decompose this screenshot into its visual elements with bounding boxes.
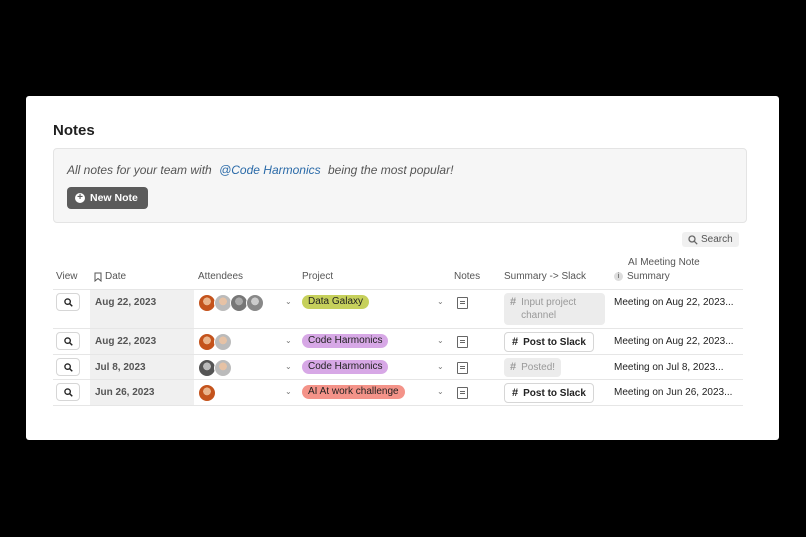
search-label: Search bbox=[701, 234, 733, 245]
column-header-notes[interactable]: Notes bbox=[454, 271, 480, 282]
date-cell: Jul 8, 2023 bbox=[95, 362, 146, 373]
project-tag[interactable]: Data Galaxy bbox=[302, 295, 370, 309]
column-header-ai-note-line2: Summary bbox=[627, 271, 670, 282]
search-button[interactable]: Search bbox=[682, 232, 739, 247]
project-tag[interactable]: AI At work challenge bbox=[302, 385, 405, 399]
info-icon: i bbox=[614, 272, 623, 281]
chevron-down-icon[interactable]: ⌄ bbox=[285, 297, 292, 306]
column-header-view[interactable]: View bbox=[56, 271, 78, 282]
project-tag[interactable]: Code Harmonics bbox=[302, 334, 389, 348]
note-icon[interactable] bbox=[457, 362, 468, 374]
search-icon bbox=[688, 234, 698, 245]
slack-icon: # bbox=[510, 296, 517, 308]
chevron-down-icon[interactable]: ⌄ bbox=[437, 336, 444, 345]
post-to-slack-button[interactable]: # Post to Slack bbox=[504, 383, 594, 403]
plus-circle-icon: + bbox=[75, 193, 85, 203]
column-header-ai-note[interactable]: i Summary bbox=[614, 271, 670, 282]
column-header-project[interactable]: Project bbox=[302, 271, 333, 282]
search-icon bbox=[63, 297, 73, 307]
attendees-cell[interactable] bbox=[198, 384, 216, 402]
note-icon[interactable] bbox=[457, 297, 468, 309]
note-icon[interactable] bbox=[457, 336, 468, 348]
banner-text-before: All notes for your team with bbox=[67, 163, 212, 177]
chevron-down-icon[interactable]: ⌄ bbox=[437, 362, 444, 371]
chevron-down-icon[interactable]: ⌄ bbox=[437, 297, 444, 306]
post-to-slack-label: Post to Slack bbox=[523, 387, 586, 399]
chevron-down-icon[interactable]: ⌄ bbox=[285, 362, 292, 371]
banner-text: All notes for your team with @Code Harmo… bbox=[67, 163, 453, 177]
notes-card: Notes All notes for your team with @Code… bbox=[26, 96, 779, 440]
row-divider bbox=[53, 328, 743, 329]
column-header-attendees[interactable]: Attendees bbox=[198, 271, 243, 282]
info-banner: All notes for your team with @Code Harmo… bbox=[53, 148, 747, 223]
date-cell: Jun 26, 2023 bbox=[95, 387, 155, 398]
attendees-cell[interactable] bbox=[198, 333, 232, 351]
slack-icon: # bbox=[512, 336, 519, 348]
view-button[interactable] bbox=[56, 383, 80, 401]
avatar bbox=[214, 333, 232, 351]
column-header-date-label: Date bbox=[105, 271, 127, 282]
chevron-down-icon[interactable]: ⌄ bbox=[437, 387, 444, 396]
date-cell: Aug 22, 2023 bbox=[95, 297, 157, 308]
column-header-date[interactable]: Date bbox=[94, 271, 126, 282]
chevron-down-icon[interactable]: ⌄ bbox=[285, 336, 292, 345]
column-header-ai-note-line1[interactable]: AI Meeting Note bbox=[628, 257, 700, 268]
new-note-label: New Note bbox=[90, 192, 138, 204]
post-to-slack-label: Post to Slack bbox=[523, 336, 586, 348]
chevron-down-icon[interactable]: ⌄ bbox=[285, 387, 292, 396]
posted-status: # Posted! bbox=[504, 358, 562, 377]
view-button[interactable] bbox=[56, 332, 80, 350]
ai-summary-cell[interactable]: Meeting on Aug 22, 2023... bbox=[614, 297, 734, 308]
attendees-cell[interactable] bbox=[198, 294, 264, 312]
ai-summary-cell[interactable]: Meeting on Jul 8, 2023... bbox=[614, 362, 724, 373]
slack-channel-placeholder: Input project channel bbox=[521, 297, 577, 321]
ai-summary-cell[interactable]: Meeting on Jun 26, 2023... bbox=[614, 387, 732, 398]
bookmark-icon bbox=[94, 272, 102, 282]
view-button[interactable] bbox=[56, 358, 80, 376]
project-tag[interactable]: Code Harmonics bbox=[302, 360, 389, 374]
new-note-button[interactable]: + New Note bbox=[67, 187, 148, 209]
row-divider bbox=[53, 379, 743, 380]
slack-channel-input[interactable]: # Input project channel bbox=[504, 293, 605, 325]
row-divider bbox=[53, 405, 743, 406]
avatar bbox=[214, 359, 232, 377]
view-button[interactable] bbox=[56, 293, 80, 311]
note-icon[interactable] bbox=[457, 387, 468, 399]
team-mention-link[interactable]: @Code Harmonics bbox=[219, 163, 321, 177]
slack-icon: # bbox=[510, 361, 517, 373]
date-cell: Aug 22, 2023 bbox=[95, 336, 157, 347]
avatar bbox=[246, 294, 264, 312]
ai-summary-cell[interactable]: Meeting on Aug 22, 2023... bbox=[614, 336, 734, 347]
post-to-slack-button[interactable]: # Post to Slack bbox=[504, 332, 594, 352]
row-divider bbox=[53, 354, 743, 355]
posted-label: Posted! bbox=[521, 362, 556, 373]
search-icon bbox=[63, 362, 73, 372]
slack-icon: # bbox=[512, 387, 519, 399]
banner-text-after: being the most popular! bbox=[327, 163, 454, 177]
column-header-summary-slack[interactable]: Summary -> Slack bbox=[504, 271, 586, 282]
page-title: Notes bbox=[53, 122, 95, 139]
avatar bbox=[198, 384, 216, 402]
attendees-cell[interactable] bbox=[198, 359, 232, 377]
search-icon bbox=[63, 336, 73, 346]
search-icon bbox=[63, 387, 73, 397]
